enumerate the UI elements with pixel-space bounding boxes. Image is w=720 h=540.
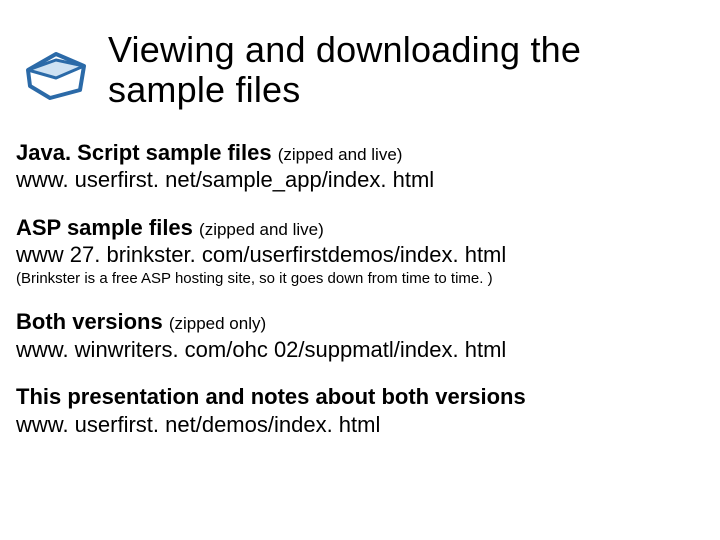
section-heading: Both versions (zipped only) bbox=[16, 308, 704, 336]
section-note: (Brinkster is a free ASP hosting site, s… bbox=[16, 269, 704, 289]
section-presentation: This presentation and notes about both v… bbox=[16, 383, 704, 438]
folder-icon bbox=[20, 36, 94, 110]
title-row: Viewing and downloading the sample files bbox=[16, 30, 704, 111]
section-heading: This presentation and notes about both v… bbox=[16, 383, 704, 411]
slide: Viewing and downloading the sample files… bbox=[0, 0, 720, 540]
section-url: www. userfirst. net/demos/index. html bbox=[16, 411, 704, 439]
section-heading: ASP sample files (zipped and live) bbox=[16, 214, 704, 242]
section-url: www 27. brinkster. com/userfirstdemos/in… bbox=[16, 241, 704, 269]
section-label: Both versions bbox=[16, 309, 163, 334]
section-url: www. winwriters. com/ohc 02/suppmatl/ind… bbox=[16, 336, 704, 364]
section-heading: Java. Script sample files (zipped and li… bbox=[16, 139, 704, 167]
section-label: This presentation and notes about both v… bbox=[16, 384, 526, 409]
section-paren: (zipped and live) bbox=[199, 220, 324, 239]
section-javascript: Java. Script sample files (zipped and li… bbox=[16, 139, 704, 194]
section-paren: (zipped and live) bbox=[278, 145, 403, 164]
section-asp: ASP sample files (zipped and live) www 2… bbox=[16, 214, 704, 289]
section-label: Java. Script sample files bbox=[16, 140, 272, 165]
section-url: www. userfirst. net/sample_app/index. ht… bbox=[16, 166, 704, 194]
section-paren: (zipped only) bbox=[169, 314, 266, 333]
section-label: ASP sample files bbox=[16, 215, 193, 240]
page-title: Viewing and downloading the sample files bbox=[108, 30, 704, 111]
section-both: Both versions (zipped only) www. winwrit… bbox=[16, 308, 704, 363]
